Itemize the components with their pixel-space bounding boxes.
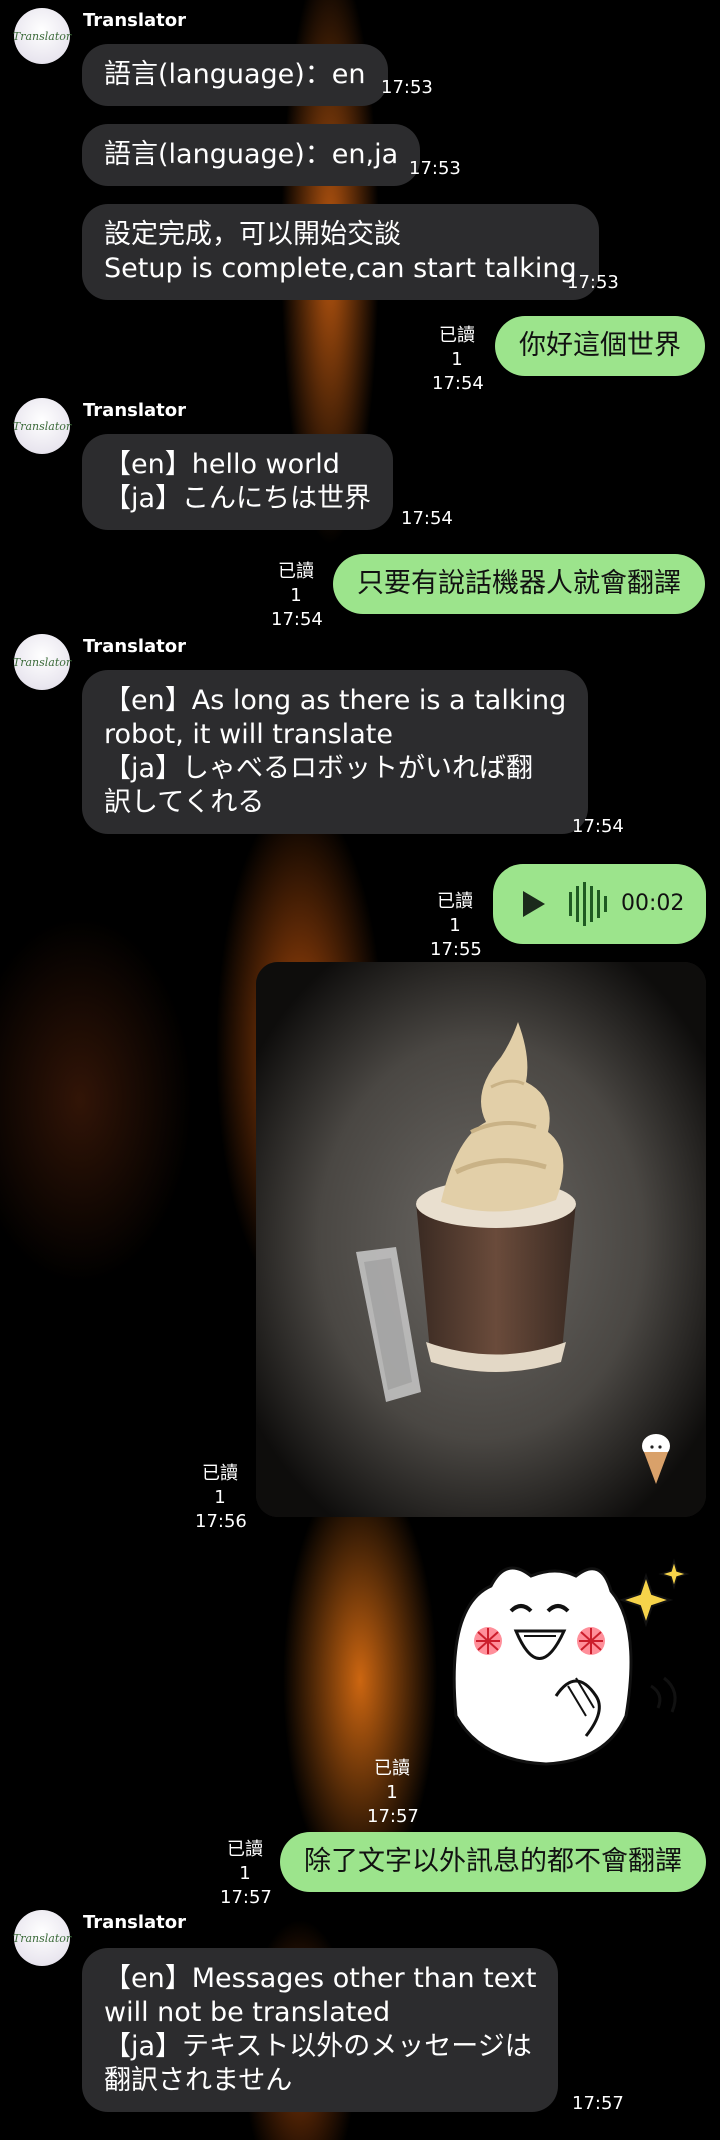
message-bubble-outgoing[interactable]: 你好這個世界 (495, 316, 705, 376)
message-time: 17:53 (567, 272, 619, 293)
message-time: 17:53 (381, 77, 433, 98)
read-label: 已讀 1 (278, 561, 314, 606)
message-bubble-incoming[interactable]: 【en】hello world 【ja】こんにちは世界 (82, 434, 394, 530)
read-label: 已讀 1 (374, 1758, 410, 1803)
read-receipt: 已讀 1 17:54 (271, 560, 323, 632)
read-label: 已讀 1 (227, 1839, 263, 1884)
read-receipt: 已讀 1 17:56 (195, 1462, 247, 1534)
message-bubble-outgoing[interactable]: 只要有說話機器人就會翻譯 (333, 554, 705, 614)
bot-avatar[interactable]: Translator (13, 8, 71, 64)
message-bubble-incoming[interactable]: 設定完成，可以開始交談 Setup is complete,can start … (82, 204, 599, 300)
bot-avatar[interactable]: Translator (13, 398, 71, 454)
message-time: 17:54 (401, 508, 453, 529)
read-label: 已讀 1 (202, 1463, 238, 1508)
ice-cream-photo[interactable] (256, 962, 706, 1517)
bot-avatar[interactable]: Translator (13, 1910, 71, 1966)
sender-name: Translator (83, 10, 187, 31)
read-receipt: 已讀 1 17:57 (220, 1838, 272, 1910)
sender-name: Translator (83, 1912, 187, 1933)
sender-name: Translator (83, 400, 187, 421)
message-time: 17:57 (220, 1887, 272, 1908)
message-time: 17:55 (430, 939, 482, 960)
message-time: 17:57 (367, 1806, 419, 1827)
message-bubble-incoming[interactable]: 語言(language)：en (82, 44, 388, 106)
play-icon[interactable] (523, 891, 545, 917)
message-time: 17:54 (572, 816, 624, 837)
bot-avatar[interactable]: Translator (13, 634, 71, 690)
message-time: 17:53 (409, 158, 461, 179)
sender-name: Translator (83, 636, 187, 657)
voice-message-bubble[interactable]: 00:02 (493, 864, 706, 944)
message-bubble-incoming[interactable]: 【en】Messages other than text will not be… (82, 1948, 559, 2112)
message-time: 17:54 (432, 373, 484, 394)
message-time: 17:56 (195, 1511, 247, 1532)
read-receipt: 已讀 1 17:54 (432, 324, 484, 396)
cat-sticker[interactable] (436, 1546, 696, 1776)
message-time: 17:57 (572, 2093, 624, 2114)
read-receipt: 已讀 1 17:55 (430, 890, 482, 962)
message-bubble-outgoing[interactable]: 除了文字以外訊息的都不會翻譯 (280, 1832, 706, 1892)
read-receipt: 已讀 1 17:57 (367, 1757, 419, 1829)
message-bubble-incoming[interactable]: 【en】As long as there is a talking robot,… (82, 670, 589, 834)
read-label: 已讀 1 (439, 325, 475, 370)
voice-duration: 00:02 (621, 891, 685, 916)
waveform-icon (569, 882, 607, 926)
message-time: 17:54 (271, 609, 323, 630)
message-bubble-incoming[interactable]: 語言(language)：en,ja (82, 124, 421, 186)
read-label: 已讀 1 (437, 891, 473, 936)
